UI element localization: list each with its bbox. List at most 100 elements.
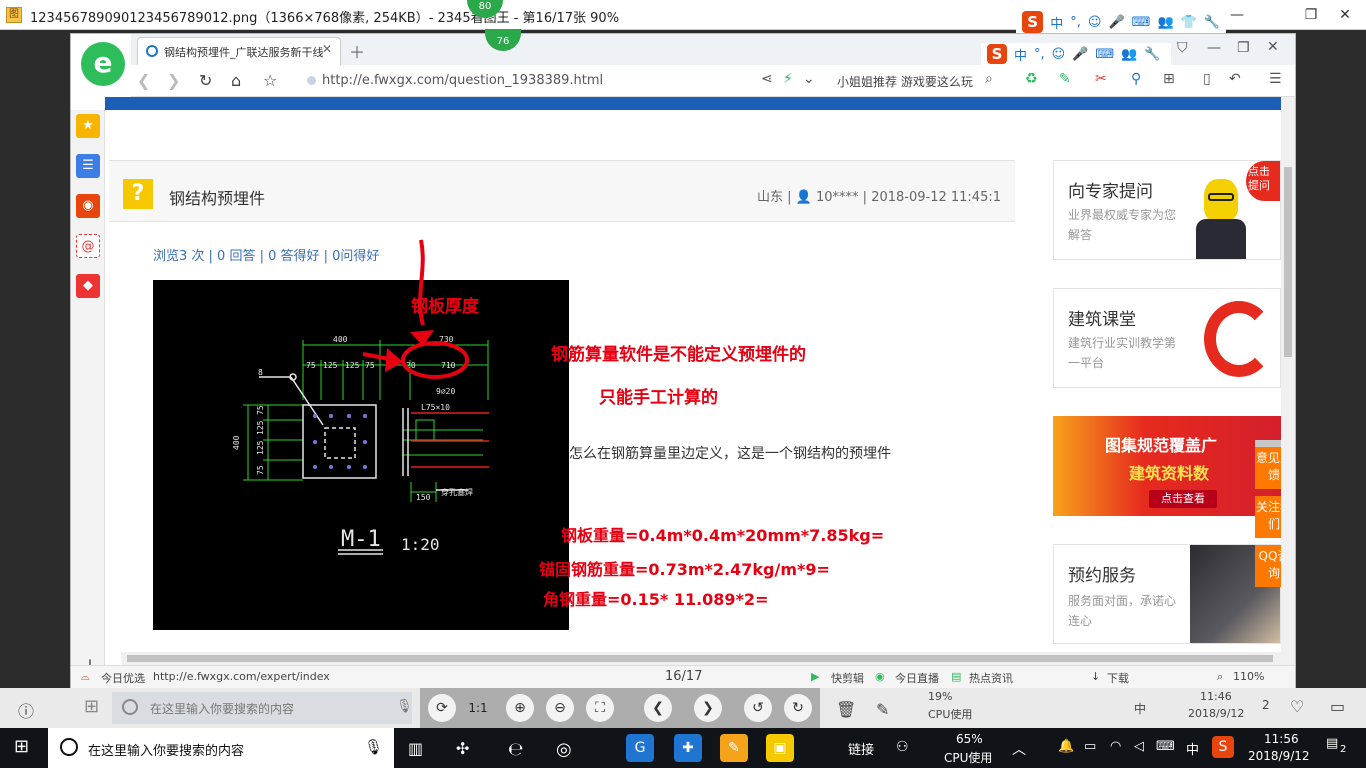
quick-edit-icon[interactable]: ▶ bbox=[811, 670, 819, 683]
ime-voice-icon[interactable]: 🎤 bbox=[1072, 47, 1088, 62]
promo-banner[interactable]: 图集规范覆盖广 建筑资料数 点击查看 bbox=[1053, 416, 1281, 516]
rotate-right-icon[interactable]: ↻ bbox=[784, 694, 812, 722]
download-label[interactable]: 下载 bbox=[1107, 670, 1129, 686]
today-pick-icon[interactable]: ⌓ bbox=[81, 670, 90, 684]
horizontal-scroll-thumb[interactable] bbox=[127, 655, 1273, 662]
share-icon[interactable]: ⋖ bbox=[761, 71, 773, 87]
ime-user-icon[interactable]: 👥 bbox=[1121, 47, 1137, 62]
tab-close-icon[interactable]: ✕ bbox=[322, 42, 332, 56]
inner-notification-count[interactable]: 2 bbox=[1262, 698, 1270, 712]
ime-punct-icon[interactable]: °, bbox=[1034, 47, 1045, 62]
refresh-icon[interactable]: ↻ bbox=[199, 71, 212, 90]
tray-battery-icon[interactable]: ▭ bbox=[1084, 739, 1096, 754]
vertical-scroll-thumb[interactable] bbox=[1284, 167, 1292, 357]
viewer-maximize-button[interactable]: ❐ bbox=[1296, 4, 1326, 26]
shirt-icon[interactable]: ⛉ bbox=[1177, 40, 1188, 56]
ime-tools-icon[interactable]: 🔧 bbox=[1144, 47, 1160, 62]
rotate-left-icon[interactable]: ↺ bbox=[744, 694, 772, 722]
back-icon[interactable]: ❮ bbox=[137, 71, 150, 90]
task-view-icon[interactable]: ▥ bbox=[408, 739, 423, 758]
ime-user-icon[interactable]: 👥 bbox=[1157, 15, 1173, 30]
sogou-logo-icon[interactable]: S bbox=[987, 44, 1007, 64]
folder-icon[interactable]: ▭ bbox=[1330, 697, 1345, 716]
news-hot-icon[interactable]: ▤ bbox=[951, 670, 961, 683]
taskbar-link-label[interactable]: 链接 bbox=[848, 739, 874, 758]
sogou-logo-icon[interactable]: S bbox=[1022, 11, 1044, 33]
taskbar-search-box[interactable]: 在这里输入你要搜索的内容 🎙 bbox=[48, 728, 394, 768]
magnifier-icon[interactable]: ⚲ bbox=[1131, 71, 1141, 87]
site-info-icon[interactable] bbox=[307, 76, 316, 85]
browser-logo-icon[interactable]: e bbox=[81, 42, 125, 86]
ime-tools-icon[interactable]: 🔧 bbox=[1204, 15, 1220, 30]
new-tab-button[interactable]: ＋ bbox=[349, 39, 365, 63]
people-icon[interactable]: ⚇ bbox=[896, 739, 909, 755]
undo-icon[interactable]: ↶ bbox=[1229, 71, 1241, 87]
fan-app-icon[interactable]: ✣ bbox=[456, 739, 469, 758]
apps-grid-icon[interactable]: ⊞ bbox=[1163, 71, 1175, 87]
weibo-icon[interactable]: ◉ bbox=[76, 194, 100, 218]
home-icon[interactable]: ⌂ bbox=[231, 71, 241, 90]
inner-ime[interactable]: 中 bbox=[1134, 700, 1146, 717]
cut-icon[interactable]: ✂ bbox=[1095, 71, 1107, 87]
follow-float-button[interactable]: 关注我们 bbox=[1255, 496, 1281, 538]
rotate-icon[interactable]: ⟳ bbox=[428, 694, 456, 722]
start-icon[interactable]: ⊞ bbox=[14, 736, 29, 757]
ime-lang-icon[interactable]: 中 bbox=[1014, 45, 1027, 64]
zoom-icon[interactable]: ⌕ bbox=[1217, 670, 1223, 684]
address-bar[interactable]: http://e.fwxgx.com/question_1938389.html bbox=[307, 69, 807, 93]
ask-expert-card[interactable]: 向专家提问 业界最权威专家为您解答 点击提问 bbox=[1053, 160, 1281, 260]
info-icon[interactable]: ⓘ bbox=[18, 698, 34, 722]
ime-keyboard-icon[interactable]: ⌨ bbox=[1095, 47, 1114, 62]
search-icon[interactable]: ⌕ bbox=[985, 71, 993, 87]
fit-icon[interactable]: ⛶ bbox=[586, 694, 614, 722]
qq-float-button[interactable]: QQ咨询 bbox=[1255, 545, 1281, 587]
news-hot-label[interactable]: 热点资讯 bbox=[969, 670, 1013, 686]
delete-icon[interactable]: 🗑 bbox=[836, 700, 856, 719]
inner-start-icon[interactable]: ⊞ bbox=[84, 696, 99, 717]
actual-size-button[interactable]: 1:1 bbox=[464, 694, 492, 722]
today-pick-label[interactable]: 今日优选 bbox=[101, 670, 145, 686]
tray-chevron-icon[interactable]: ︿ bbox=[1012, 739, 1026, 759]
tab-active[interactable]: 钢结构预埋件_广联达服务新干线 ✕ bbox=[137, 37, 341, 65]
browser-app-icon[interactable]: ◎ bbox=[556, 739, 572, 760]
taskbar-ime[interactable]: 中 bbox=[1186, 739, 1199, 758]
lightning-icon[interactable]: ⚡ bbox=[783, 71, 793, 87]
heart-icon[interactable]: ♡ bbox=[1290, 697, 1304, 716]
mail-icon[interactable]: @ bbox=[76, 234, 100, 258]
promo-view-button[interactable]: 点击查看 bbox=[1149, 490, 1217, 508]
browser-maximize-button[interactable]: ❐ bbox=[1237, 40, 1250, 56]
ime-voice-icon[interactable]: 🎤 bbox=[1108, 15, 1124, 30]
game-icon[interactable]: ◆ bbox=[76, 274, 100, 298]
app-g-icon[interactable]: G bbox=[626, 734, 654, 762]
feedback-float-button[interactable]: 意见反馈 bbox=[1255, 447, 1281, 489]
previous-image-icon[interactable]: ❮ bbox=[644, 694, 672, 722]
forward-icon[interactable]: ❯ bbox=[167, 71, 180, 90]
ime-toolbar-top[interactable]: S 中 °, ☺ 🎤 ⌨ 👥 👕 🔧 bbox=[1016, 9, 1226, 35]
ime-lang-icon[interactable]: 中 bbox=[1050, 13, 1063, 32]
zoom-in-icon[interactable]: ⊕ bbox=[506, 694, 534, 722]
building-course-card[interactable]: 建筑课堂 建筑行业实训教学第一平台 bbox=[1053, 288, 1281, 388]
ime-keyboard-icon[interactable]: ⌨ bbox=[1132, 15, 1151, 30]
app-plus-icon[interactable]: ✚ bbox=[674, 734, 702, 762]
viewer-close-button[interactable]: ✕ bbox=[1330, 4, 1360, 26]
device-icon[interactable]: ▯ bbox=[1203, 71, 1211, 87]
tray-keyboard-icon[interactable]: ⌨ bbox=[1156, 739, 1175, 754]
menu-icon[interactable]: ☰ bbox=[1269, 71, 1282, 87]
live-label[interactable]: 今日直播 bbox=[895, 670, 939, 686]
live-icon[interactable]: ◉ bbox=[875, 670, 885, 683]
ime-toolbar-browser[interactable]: S 中 °, ☺ 🎤 ⌨ 👥 🔧 bbox=[981, 43, 1171, 65]
browser-minimize-button[interactable]: — bbox=[1207, 40, 1221, 56]
browser-close-button[interactable]: ✕ bbox=[1267, 39, 1279, 55]
quick-edit-label[interactable]: 快剪辑 bbox=[831, 670, 864, 686]
ime-emoji-icon[interactable]: ☺ bbox=[1052, 47, 1066, 62]
app-viewer-icon[interactable]: ▣ bbox=[766, 734, 794, 762]
inner-mic-icon[interactable]: 🎙 bbox=[396, 699, 413, 714]
tray-bell-icon[interactable]: 🔔 bbox=[1058, 739, 1074, 754]
appointment-service-card[interactable]: 预约服务 服务面对面，承诺心连心 bbox=[1053, 544, 1281, 644]
mascot-bubble[interactable]: 点击提问 bbox=[1246, 161, 1280, 201]
zoom-level[interactable]: 110% bbox=[1233, 670, 1264, 683]
tray-sogou-icon[interactable]: S bbox=[1212, 736, 1234, 758]
inner-search-box[interactable]: 在这里输入你要搜索的内容 🎙 bbox=[112, 692, 413, 724]
zoom-out-icon[interactable]: ⊖ bbox=[546, 694, 574, 722]
taskbar-mic-icon[interactable]: 🎙 bbox=[364, 738, 383, 756]
